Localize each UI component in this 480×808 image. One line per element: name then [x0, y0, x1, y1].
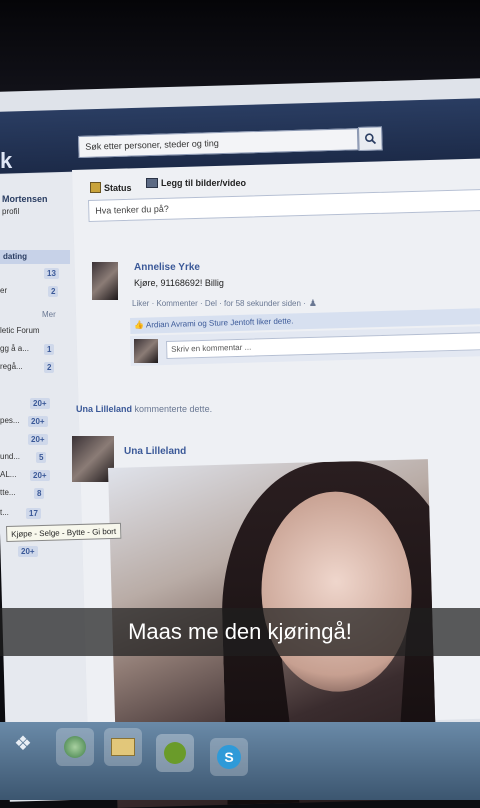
like-icon: 👍 — [134, 320, 145, 330]
sidebar-heading[interactable]: dating — [0, 250, 70, 264]
sidebar-count: 8 — [34, 488, 45, 499]
tab-add-photo[interactable]: Legg til bilder/video — [146, 178, 246, 188]
taskbar: ❖ S — [0, 722, 480, 800]
status-icon — [90, 182, 101, 193]
likes-text: Ardian Avrami og Sture Jentoft liker det… — [145, 316, 294, 330]
sidebar-count: 20+ — [30, 398, 50, 409]
sidebar-count: 13 — [44, 268, 59, 279]
sidebar-item[interactable]: pes... 20+ — [0, 416, 64, 427]
caption-text: Maas me den kjøringå! — [128, 619, 352, 644]
group-tooltip: Kjøpe - Selge - Bytte - Gi bort — [6, 522, 122, 542]
sidebar-item-label: er — [0, 286, 8, 295]
sidebar-count: 2 — [48, 286, 59, 297]
sidebar-count: 2 — [44, 362, 55, 373]
post-author-avatar[interactable] — [92, 262, 118, 300]
sidebar-item-label: und... — [0, 452, 21, 461]
commenter-avatar — [134, 339, 158, 363]
search-button[interactable] — [358, 126, 383, 151]
sidebar-item[interactable]: gg å a... 1 — [0, 344, 64, 355]
spotify-icon — [164, 742, 186, 764]
taskbar-skype[interactable]: S — [210, 738, 248, 776]
sidebar-count: 20+ — [18, 546, 38, 557]
sidebar-item-label[interactable]: letic Forum — [0, 326, 40, 335]
sidebar-count: 1 — [44, 344, 55, 355]
tab-status-label: Status — [104, 182, 132, 193]
sidebar-item-label: gg å a... — [0, 344, 29, 353]
sidebar-item[interactable]: und... 5 — [0, 452, 64, 463]
sidebar-item[interactable]: t... 17 — [0, 508, 64, 519]
skype-icon: S — [217, 745, 241, 769]
activity-actor[interactable]: Una Lilleland — [76, 404, 132, 414]
sidebar-item-label: pes... — [0, 416, 20, 425]
search-icon — [365, 133, 377, 145]
sidebar-item-label: AL... — [0, 470, 17, 479]
post-actions-text: Liker · Kommenter · Del · for 58 sekunde… — [132, 299, 306, 308]
sidebar-item[interactable]: regå... 2 — [0, 362, 64, 373]
taskbar-explorer[interactable] — [104, 728, 142, 766]
sidebar-item[interactable]: er 2 — [0, 286, 64, 297]
browser-icon — [64, 736, 86, 758]
sidebar-item[interactable]: tte... 8 — [0, 488, 64, 499]
sidebar-item-label: regå... — [0, 362, 23, 371]
sidebar-count: 17 — [26, 508, 41, 519]
facebook-logo[interactable]: k — [0, 148, 12, 174]
post-actions[interactable]: Liker · Kommenter · Del · for 58 sekunde… — [132, 298, 317, 309]
tab-status[interactable]: Status — [90, 182, 132, 193]
sidebar-item[interactable]: AL... 20+ — [0, 470, 64, 481]
sidebar-count: 20+ — [28, 416, 48, 427]
sidebar-more-link[interactable]: Mer — [42, 310, 56, 319]
profile-link[interactable]: profil — [2, 207, 19, 216]
folder-icon — [111, 738, 135, 756]
photo-post-author[interactable]: Una Lilleland — [124, 446, 186, 457]
photo-icon — [146, 178, 158, 188]
sidebar-count: 5 — [36, 452, 47, 463]
sidebar-item-label: t... — [0, 508, 9, 517]
profile-name[interactable]: Mortensen — [2, 194, 48, 204]
sidebar-count: 20+ — [30, 470, 50, 481]
sidebar-count: 20+ — [28, 434, 48, 445]
taskbar-browser[interactable] — [56, 728, 94, 766]
caption-bar: Maas me den kjøringå! — [0, 608, 480, 656]
activity-line: Una Lilleland kommenterte dette. — [76, 404, 212, 414]
sidebar-item-label: tte... — [0, 488, 16, 497]
activity-text: kommenterte dette. — [134, 404, 213, 414]
friends-icon: ♟ — [308, 298, 317, 308]
tab-add-photo-label: Legg til bilder/video — [161, 178, 247, 188]
taskbar-spotify[interactable] — [156, 734, 194, 772]
post-author-name[interactable]: Annelise Yrke — [134, 262, 200, 273]
start-button[interactable]: ❖ — [4, 724, 42, 762]
post-text: Kjøre, 91168692! Billig — [134, 278, 224, 288]
windows-icon: ❖ — [14, 732, 32, 755]
